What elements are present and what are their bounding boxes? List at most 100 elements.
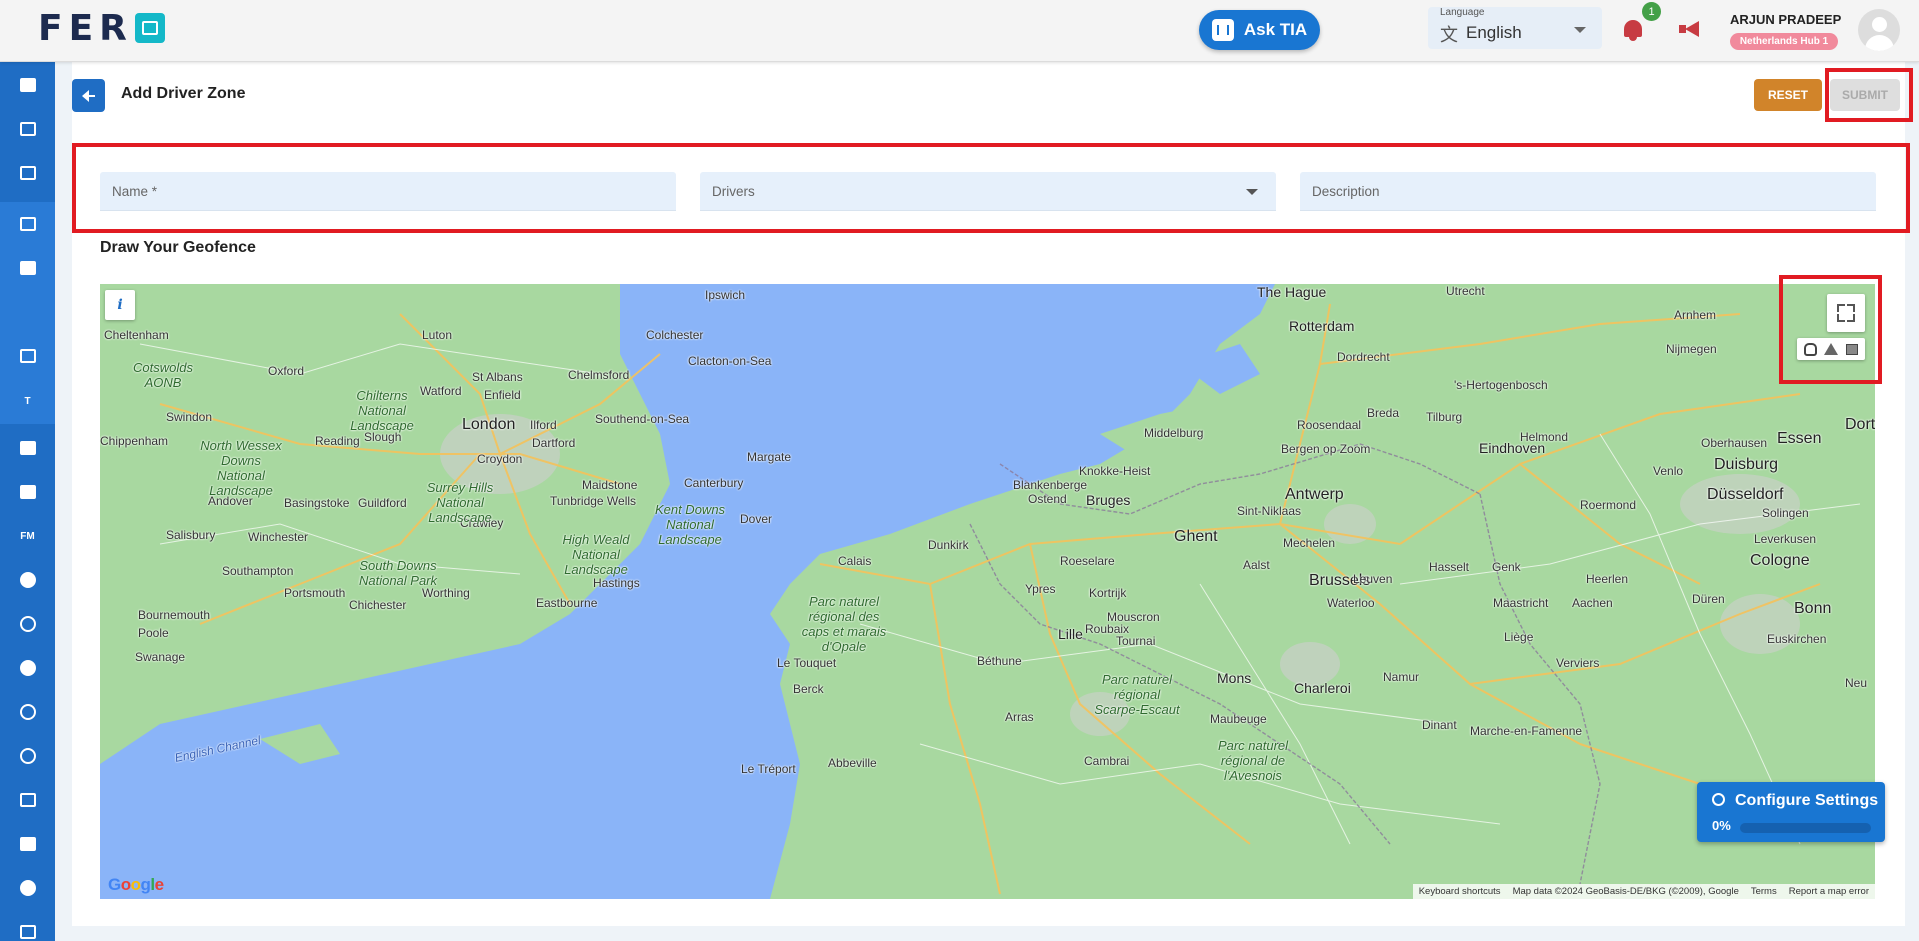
ask-tia-button[interactable]: Ask TIA xyxy=(1199,10,1320,50)
map-label-maubeuge: Maubeuge xyxy=(1210,712,1267,726)
map-label-leuven: Leuven xyxy=(1353,572,1393,586)
map-label-dusseldorf: Düsseldorf xyxy=(1707,486,1784,503)
sidebar-item-calendar[interactable] xyxy=(0,153,55,193)
avatar[interactable] xyxy=(1858,9,1900,51)
voice-wave-icon xyxy=(1211,19,1234,41)
language-select[interactable]: Language 文 English xyxy=(1428,7,1602,49)
geofence-map[interactable]: The Hague Rotterdam Utrecht Arnhem Nijme… xyxy=(100,284,1875,899)
sidebar-item-users[interactable] xyxy=(0,560,55,600)
map-label-maastricht: Maastricht xyxy=(1493,596,1549,610)
sidebar-item-info[interactable] xyxy=(0,604,55,644)
admin-user-icon xyxy=(19,880,36,896)
sidebar-item-dashboard[interactable] xyxy=(0,65,55,105)
park-label-cotswolds: Cotswolds AONB xyxy=(133,360,193,390)
description-placeholder: Description xyxy=(1312,184,1380,199)
page-title: Add Driver Zone xyxy=(121,85,246,102)
language-label: Language xyxy=(1440,7,1485,18)
map-label-cambrai: Cambrai xyxy=(1084,754,1130,768)
sidebar-item-archive[interactable] xyxy=(0,472,55,512)
fullscreen-icon xyxy=(1837,304,1845,312)
park-label-kent-downs: Kent Downs National Landscape xyxy=(654,502,726,547)
map-label-euskirchen: Euskirchen xyxy=(1767,632,1827,646)
fullscreen-button[interactable] xyxy=(1827,294,1865,332)
notification-bell-icon[interactable] xyxy=(1622,18,1644,42)
sidebar-item-edit-note[interactable] xyxy=(0,780,55,820)
sidebar-item-delivery[interactable] xyxy=(0,246,55,290)
map-label-roosendaal: Roosendaal xyxy=(1297,418,1362,432)
map-label-antwerp: Antwerp xyxy=(1285,486,1344,503)
calendar-check-icon xyxy=(19,166,36,180)
download-icon xyxy=(19,925,36,939)
sidebar-item-settings[interactable] xyxy=(0,736,55,776)
map-label-dordrecht: Dordrecht xyxy=(1337,350,1390,364)
sidebar-item-truck[interactable] xyxy=(0,428,55,468)
map-label-canterbury: Canterbury xyxy=(684,476,744,490)
sidebar-item-fm[interactable]: FM xyxy=(0,516,55,556)
map-label-aalst: Aalst xyxy=(1243,558,1270,572)
terms-link[interactable]: Terms xyxy=(1751,886,1777,897)
map-label-eindhoven: Eindhoven xyxy=(1479,440,1546,456)
clipboard-icon xyxy=(19,217,36,231)
map-label-oxford: Oxford xyxy=(268,364,305,378)
park-label-caps-marais: Parc naturel régional des caps et marais… xyxy=(801,594,887,654)
announcement-icon[interactable] xyxy=(1679,21,1699,37)
sidebar-item-support[interactable] xyxy=(0,692,55,732)
draw-polygon-icon[interactable] xyxy=(1824,343,1839,355)
language-value: English xyxy=(1466,23,1522,42)
map-label-swindon: Swindon xyxy=(166,410,213,424)
map-label-london: London xyxy=(462,416,516,433)
map-label-abbeville: Abbeville xyxy=(828,756,877,770)
map-data-text: Map data ©2024 GeoBasis-DE/BKG (©2009), … xyxy=(1512,886,1739,897)
documents-icon xyxy=(19,837,36,851)
reset-button[interactable]: RESET xyxy=(1754,79,1822,111)
map-label-arnhem: Arnhem xyxy=(1674,308,1717,322)
map-label-southend: Southend-on-Sea xyxy=(595,412,690,426)
map-label-reading: Reading xyxy=(315,434,360,448)
sidebar-item-grid[interactable] xyxy=(0,334,55,378)
submit-button[interactable]: SUBMIT xyxy=(1830,79,1900,111)
sidebar-item-download[interactable] xyxy=(0,912,55,941)
configure-settings-widget[interactable]: Configure Settings 0% xyxy=(1697,782,1885,842)
park-label-south-downs: South Downs National Park xyxy=(358,558,438,588)
sidebar-item-text[interactable]: T xyxy=(0,378,55,424)
map-label-solingen: Solingen xyxy=(1762,506,1809,520)
map-label-hasselt: Hasselt xyxy=(1429,560,1470,574)
map-label-eastbourne: Eastbourne xyxy=(536,596,598,610)
map-label-dover: Dover xyxy=(740,512,773,526)
map-label-sint-niklaas: Sint-Niklaas xyxy=(1237,504,1302,518)
sidebar-item-clipboard[interactable] xyxy=(0,202,55,246)
map-label-berck: Berck xyxy=(793,682,824,696)
map-label-cheltenham: Cheltenham xyxy=(104,328,169,342)
map-label-bournemouth: Bournemouth xyxy=(138,608,211,622)
report-map-error-link[interactable]: Report a map error xyxy=(1789,886,1869,897)
sidebar-item-group[interactable] xyxy=(0,648,55,688)
keyboard-shortcuts-link[interactable]: Keyboard shortcuts xyxy=(1419,886,1501,897)
logo-text: FER xyxy=(38,7,133,49)
map-label-chichester: Chichester xyxy=(349,598,407,612)
hub-badge[interactable]: Netherlands Hub 1 xyxy=(1730,33,1838,50)
logo[interactable]: FER xyxy=(38,7,165,49)
truck-icon xyxy=(19,441,36,455)
drivers-select[interactable]: Drivers xyxy=(700,172,1276,211)
user-name: ARJUN PRADEEP xyxy=(1730,12,1842,27)
map-label-le-touquet: Le Touquet xyxy=(777,656,837,670)
map-label-ostend: Ostend xyxy=(1028,492,1067,506)
name-input[interactable]: Name * xyxy=(100,172,676,211)
map-label-dortmund: Dortr xyxy=(1845,416,1875,433)
draw-rectangle-icon[interactable] xyxy=(1846,343,1859,355)
description-input[interactable]: Description xyxy=(1300,172,1876,211)
map-label-tunbridge: Tunbridge Wells xyxy=(550,494,637,508)
users-icon xyxy=(19,572,36,588)
sidebar-item-admin[interactable] xyxy=(0,868,55,908)
map-info-button[interactable]: i xyxy=(105,290,135,320)
sidebar-item-analytics[interactable] xyxy=(0,109,55,149)
back-button[interactable] xyxy=(72,79,105,112)
geofence-title: Draw Your Geofence xyxy=(100,239,256,256)
hand-pan-icon[interactable] xyxy=(1803,342,1817,356)
map-label-colchester: Colchester xyxy=(646,328,704,342)
sidebar-item-documents[interactable] xyxy=(0,824,55,864)
chevron-down-icon xyxy=(1246,189,1258,195)
configure-settings-title: Configure Settings xyxy=(1735,792,1879,809)
group-icon xyxy=(19,660,36,676)
progress-ring-icon xyxy=(1712,793,1725,806)
